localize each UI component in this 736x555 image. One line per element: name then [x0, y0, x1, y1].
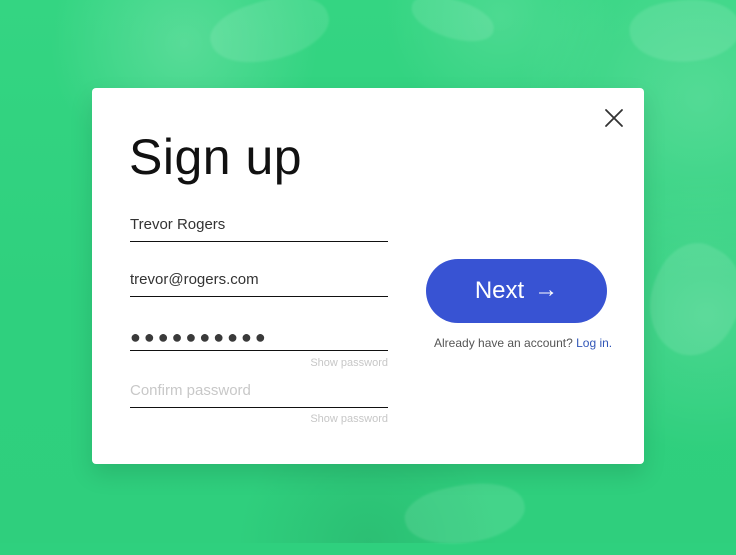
background-paper-shape [203, 0, 337, 78]
background-paper-shape [406, 0, 499, 48]
arrow-right-icon: → [534, 276, 559, 303]
show-password-link[interactable]: Show password [310, 357, 388, 369]
password-field-group: ●●●●●●●●●● Show password [130, 326, 388, 369]
close-button[interactable] [602, 106, 626, 130]
password-field[interactable]: ●●●●●●●●●● [130, 326, 388, 351]
background-paper-shape [626, 0, 736, 70]
show-password-link[interactable]: Show password [310, 413, 388, 425]
next-button[interactable]: Next → [426, 259, 607, 323]
name-field[interactable] [130, 216, 388, 242]
name-field-group [130, 216, 388, 242]
email-field-group [130, 271, 388, 297]
login-prompt-text: Already have an account? [434, 336, 573, 350]
login-link[interactable]: Log in. [576, 336, 612, 350]
email-field[interactable] [130, 271, 388, 297]
next-button-label: Next [474, 277, 525, 304]
page-title: Sign up [129, 129, 303, 185]
confirm-password-field-group: Show password [130, 382, 388, 425]
confirm-password-field[interactable] [130, 382, 388, 408]
close-icon [605, 109, 623, 127]
background-paper-shape [629, 230, 736, 370]
login-prompt: Already have an account? Log in. [434, 336, 612, 350]
signup-modal: Sign up ●●●●●●●●●● Show password Show pa… [92, 88, 644, 464]
